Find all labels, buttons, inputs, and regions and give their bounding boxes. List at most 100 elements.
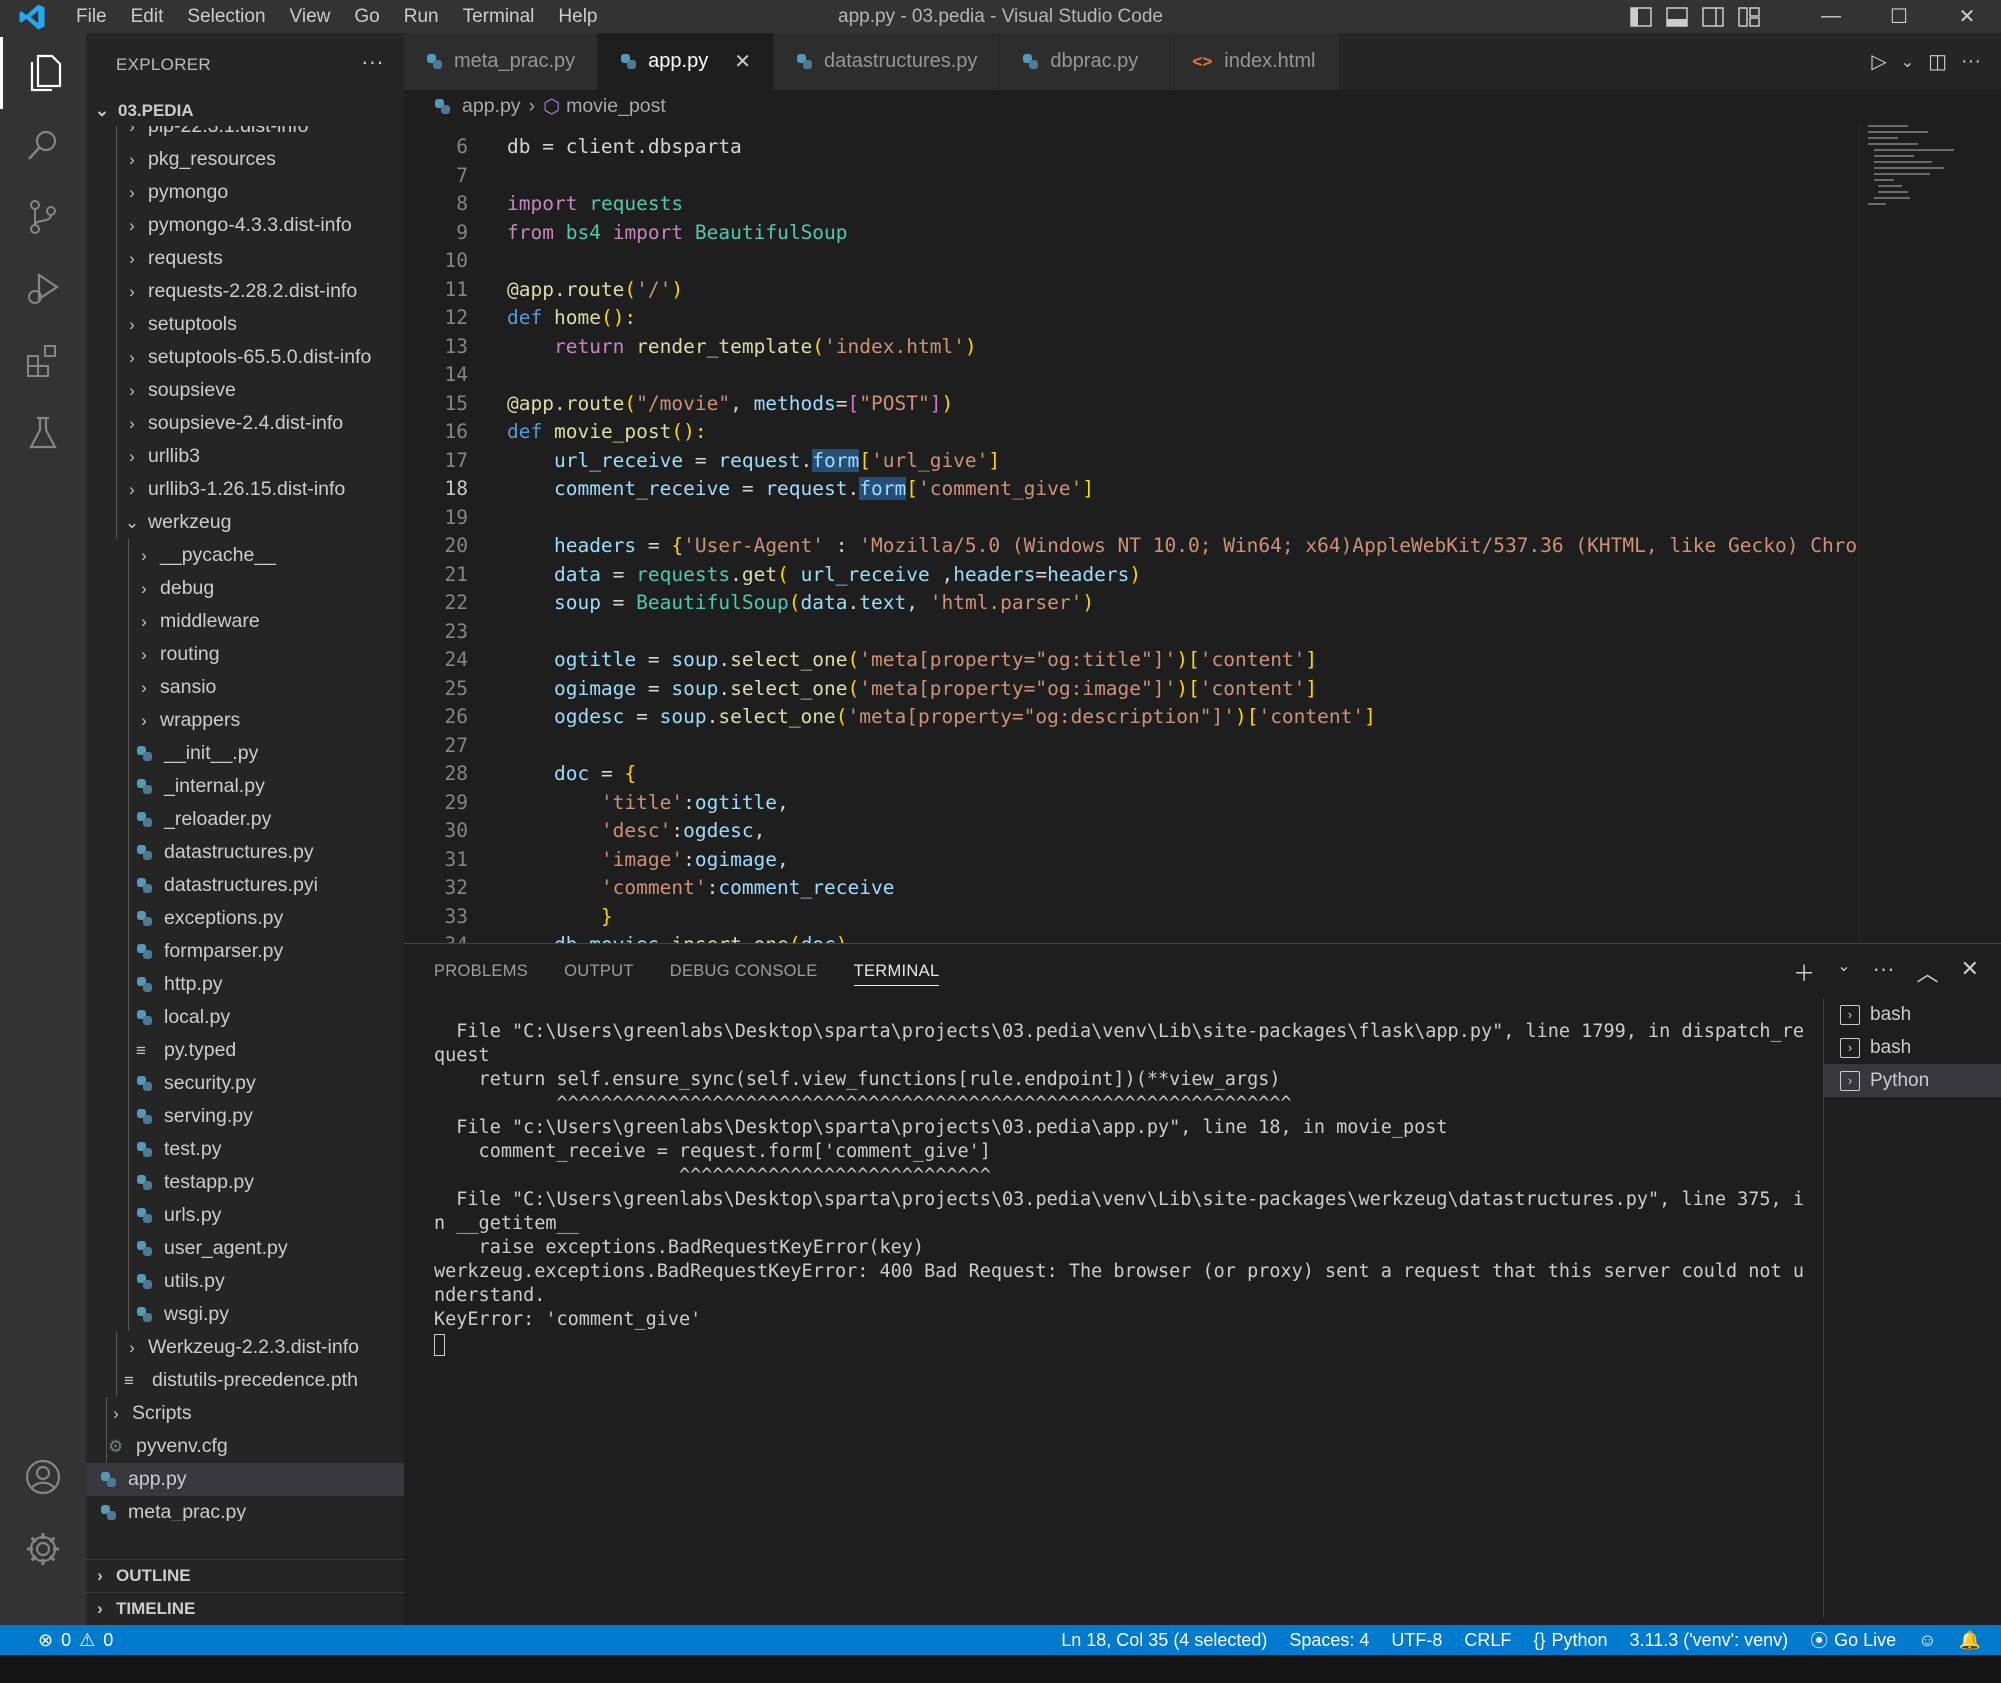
tab-index-html[interactable]: <> index.html <box>1170 33 1341 90</box>
menu-view[interactable]: View <box>278 0 343 33</box>
tree-item[interactable]: exceptions.py <box>86 902 404 935</box>
breadcrumb-file[interactable]: app.py <box>462 95 521 118</box>
tree-item[interactable]: wsgi.py <box>86 1298 404 1331</box>
menu-help[interactable]: Help <box>546 0 609 33</box>
tree-item[interactable]: › pip-22.3.1.dist-info <box>86 126 404 143</box>
tree-item[interactable]: local.py <box>86 1001 404 1034</box>
terminal-instance[interactable]: › Python <box>1824 1064 2001 1097</box>
toggle-primary-sidebar-icon[interactable] <box>1627 5 1655 29</box>
tree-item[interactable]: › pymongo <box>86 176 404 209</box>
more-actions-icon[interactable]: ··· <box>1873 956 1895 988</box>
menu-run[interactable]: Run <box>392 0 451 33</box>
close-panel-icon[interactable]: ✕ <box>1961 956 1979 988</box>
customize-layout-icon[interactable] <box>1735 5 1763 29</box>
tree-item[interactable]: ⚙ pyvenv.cfg <box>86 1430 404 1463</box>
source-control-icon[interactable] <box>0 181 86 253</box>
tab-dbprac-py[interactable]: dbprac.py <box>1000 33 1171 90</box>
tree-item[interactable]: _internal.py <box>86 770 404 803</box>
run-debug-icon[interactable] <box>0 253 86 325</box>
tree-item[interactable]: meta_prac.py <box>86 1496 404 1521</box>
panel-tab-debug-console[interactable]: DEBUG CONSOLE <box>670 944 818 998</box>
toggle-panel-icon[interactable] <box>1663 5 1691 29</box>
language-mode[interactable]: Python <box>1551 1630 1607 1651</box>
search-icon[interactable] <box>0 109 86 181</box>
menu-file[interactable]: File <box>64 0 119 33</box>
errors-count[interactable]: 0 <box>61 1630 71 1651</box>
close-tab-icon[interactable]: ✕ <box>734 49 751 74</box>
tree-item[interactable]: testapp.py <box>86 1166 404 1199</box>
toggle-secondary-sidebar-icon[interactable] <box>1699 5 1727 29</box>
tree-item[interactable]: › soupsieve <box>86 374 404 407</box>
minimize-button[interactable]: — <box>1797 0 1865 33</box>
tab-datastructures-py[interactable]: datastructures.py <box>774 33 1001 90</box>
menu-terminal[interactable]: Terminal <box>451 0 547 33</box>
maximize-panel-icon[interactable]: ︿ <box>1917 956 1939 988</box>
tree-item[interactable]: › pkg_resources <box>86 143 404 176</box>
tree-item[interactable]: › wrappers <box>86 704 404 737</box>
tree-item[interactable]: › requests-2.28.2.dist-info <box>86 275 404 308</box>
workspace-header[interactable]: ⌄ 03.PEDIA <box>86 96 404 126</box>
maximize-button[interactable]: ☐ <box>1865 0 1933 33</box>
breadcrumb-symbol[interactable]: movie_post <box>566 95 666 118</box>
close-window-button[interactable]: ✕ <box>1933 0 2001 33</box>
go-live-button[interactable]: Go Live <box>1834 1630 1896 1651</box>
tree-item[interactable]: › sansio <box>86 671 404 704</box>
tree-item[interactable]: test.py <box>86 1133 404 1166</box>
timeline-section[interactable]: › TIMELINE <box>86 1592 404 1625</box>
tree-item[interactable]: › urllib3-1.26.15.dist-info <box>86 473 404 506</box>
tree-item[interactable]: › requests <box>86 242 404 275</box>
tree-item[interactable]: › routing <box>86 638 404 671</box>
terminal-instance[interactable]: › bash <box>1824 1031 2001 1064</box>
tree-item[interactable]: serving.py <box>86 1100 404 1133</box>
terminal-instance[interactable]: › bash <box>1824 998 2001 1031</box>
warnings-icon[interactable]: ⚠ <box>79 1630 95 1651</box>
tree-item[interactable]: › Werkzeug-2.2.3.dist-info <box>86 1331 404 1364</box>
run-python-file-icon[interactable]: ▷ <box>1871 49 1886 74</box>
extensions-icon[interactable] <box>0 325 86 397</box>
testing-icon[interactable] <box>0 397 86 469</box>
tree-item[interactable]: › soupsieve-2.4.dist-info <box>86 407 404 440</box>
manage-gear-icon[interactable] <box>0 1513 86 1585</box>
tree-item[interactable]: › Scripts <box>86 1397 404 1430</box>
panel-tab-terminal[interactable]: TERMINAL <box>853 956 940 986</box>
new-terminal-icon[interactable]: ＋ <box>1793 956 1815 988</box>
tree-item[interactable]: http.py <box>86 968 404 1001</box>
tree-item[interactable]: __init__.py <box>86 737 404 770</box>
tree-item[interactable]: user_agent.py <box>86 1232 404 1265</box>
feedback-icon[interactable]: ☺ <box>1918 1630 1936 1651</box>
panel-tab-output[interactable]: OUTPUT <box>564 944 634 998</box>
tree-item[interactable]: datastructures.pyi <box>86 869 404 902</box>
tree-item[interactable]: formparser.py <box>86 935 404 968</box>
indentation[interactable]: Spaces: 4 <box>1289 1630 1369 1651</box>
tree-item[interactable]: urls.py <box>86 1199 404 1232</box>
menu-go[interactable]: Go <box>342 0 391 33</box>
tree-item[interactable]: ⌄ werkzeug <box>86 506 404 539</box>
menu-selection[interactable]: Selection <box>175 0 277 33</box>
tree-item[interactable]: app.py <box>86 1463 404 1496</box>
line-ending[interactable]: CRLF <box>1464 1630 1511 1651</box>
minimap[interactable] <box>1859 123 1989 943</box>
tree-item[interactable]: utils.py <box>86 1265 404 1298</box>
tab-app-py[interactable]: app.py ✕ <box>598 33 774 90</box>
tree-item[interactable]: › setuptools-65.5.0.dist-info <box>86 341 404 374</box>
tree-item[interactable]: › __pycache__ <box>86 539 404 572</box>
tree-item[interactable]: › debug <box>86 572 404 605</box>
terminal-output[interactable]: File "C:\Users\greenlabs\Desktop\sparta\… <box>434 1020 1824 1356</box>
tree-item[interactable]: › urllib3 <box>86 440 404 473</box>
tab-meta_prac-py[interactable]: meta_prac.py <box>404 33 599 90</box>
python-interpreter[interactable]: 3.11.3 ('venv': venv) <box>1630 1630 1789 1651</box>
cursor-position[interactable]: Ln 18, Col 35 (4 selected) <box>1061 1630 1267 1651</box>
more-actions-icon[interactable]: ··· <box>1961 50 1981 73</box>
tree-item[interactable]: ≡ py.typed <box>86 1034 404 1067</box>
warnings-count[interactable]: 0 <box>103 1630 113 1651</box>
chevron-down-icon[interactable]: ⌄ <box>1837 956 1850 988</box>
code-editor[interactable]: 6 db = client.dbsparta 7 8 import requests 9 f… <box>404 123 1856 943</box>
chevron-down-icon[interactable]: ⌄ <box>1901 52 1914 72</box>
tree-item[interactable]: › pymongo-4.3.3.dist-info <box>86 209 404 242</box>
errors-icon[interactable]: ⊗ <box>38 1630 53 1651</box>
notifications-bell-icon[interactable]: 🔔 <box>1959 1630 1981 1651</box>
encoding[interactable]: UTF-8 <box>1391 1630 1442 1651</box>
tree-item[interactable]: › middleware <box>86 605 404 638</box>
panel-tab-problems[interactable]: PROBLEMS <box>434 944 528 998</box>
tree-item[interactable]: datastructures.py <box>86 836 404 869</box>
